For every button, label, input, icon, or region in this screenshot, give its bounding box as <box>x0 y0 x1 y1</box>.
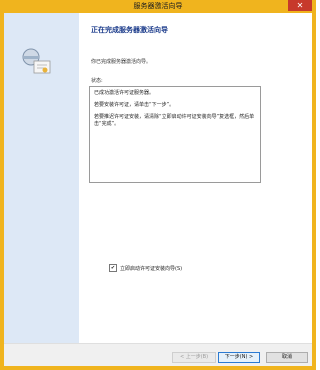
cancel-button[interactable]: 取消 <box>266 352 308 363</box>
server-license-icon <box>22 48 51 74</box>
wizard-content: 正在完成服务器激活向导 你已完成服务器激活向导。 状态: 已成功激活许可证服务器… <box>79 13 312 343</box>
wizard-side-panel <box>4 13 79 343</box>
page-description: 你已完成服务器激活向导。 <box>91 59 152 65</box>
next-button[interactable]: 下一步(N) > <box>218 352 260 363</box>
status-line: 若要推迟许可证安装，请清除“立即启动许可证安装向导”复选框，然后单击“完成”。 <box>94 114 255 127</box>
button-bar: < 上一步(B) 下一步(N) > 取消 <box>4 343 312 366</box>
start-install-wizard-checkbox[interactable]: ✔ <box>109 264 117 272</box>
back-button[interactable]: < 上一步(B) <box>172 352 216 363</box>
start-install-wizard-option[interactable]: ✔ 立即启动许可证安装向导(S) <box>109 264 182 272</box>
window-title: 服务器激活向导 <box>133 2 183 10</box>
checkbox-label: 立即启动许可证安装向导(S) <box>120 265 183 272</box>
status-line: 若要安装许可证，请单击“下一步”。 <box>94 102 175 108</box>
status-textbox[interactable]: 已成功激活许可证服务器。 若要安装许可证，请单击“下一步”。 若要推迟许可证安装… <box>89 86 261 183</box>
wizard-window: 服务器激活向导 ✕ 正在完成服务器激活向导 你已完成服务器激活向导。 状态: 已… <box>0 0 316 370</box>
status-line: 已成功激活许可证服务器。 <box>94 90 155 96</box>
title-bar: 服务器激活向导 ✕ <box>0 0 316 13</box>
client-area: 正在完成服务器激活向导 你已完成服务器激活向导。 状态: 已成功激活许可证服务器… <box>4 13 312 366</box>
close-button[interactable]: ✕ <box>288 0 312 11</box>
page-title: 正在完成服务器激活向导 <box>91 26 168 34</box>
status-label: 状态: <box>91 78 103 84</box>
